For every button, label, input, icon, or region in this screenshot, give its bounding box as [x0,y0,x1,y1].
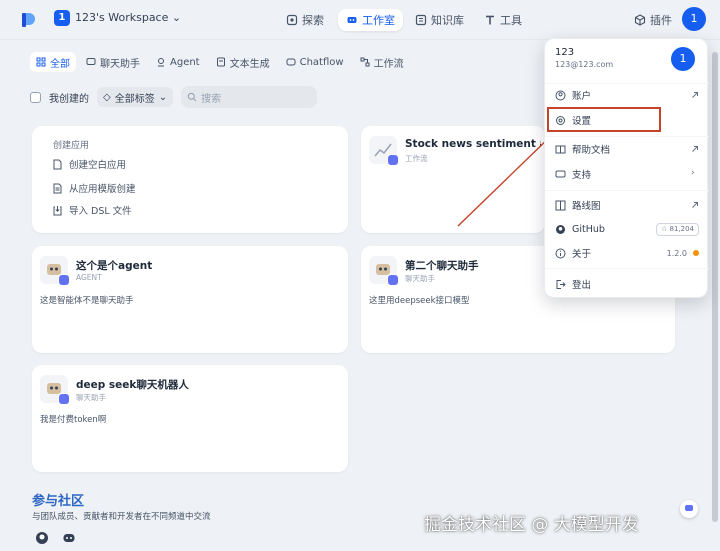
menu-item-support[interactable]: 支持 › [545,163,709,185]
github-icon [556,224,565,234]
menu-item-logout[interactable]: 登出 [545,273,709,295]
menu-item-label: GitHub [572,223,605,235]
account-dropdown-menu: 123 123@123.com 1 账户 设置 帮助文档 支持 › 路线图 Gi… [544,38,709,298]
book-icon [555,145,566,153]
menu-item-label: 账户 [572,91,592,102]
info-icon [555,248,566,258]
roadmap-icon [555,200,566,210]
external-link-icon [692,146,698,152]
menu-item-about[interactable]: 关于 1.2.0 [545,242,709,264]
menu-item-github[interactable]: GitHub ☆ 81,204 [545,218,709,240]
menu-item-label: 路线图 [572,201,601,212]
account-email: 123@123.com [555,60,614,69]
account-name: 123 [555,47,575,58]
logout-icon [556,279,566,289]
annotation-highlight-box [547,107,661,132]
update-indicator-dot [693,250,699,256]
menu-item-label: 帮助文档 [572,145,611,156]
menu-item-label: 登出 [572,280,592,291]
menu-divider [545,190,709,191]
chevron-right-icon: › [691,168,695,178]
menu-divider [545,136,709,137]
github-stars-badge: ☆ 81,204 [656,222,699,236]
menu-item-label: 支持 [572,170,592,181]
menu-item-roadmap[interactable]: 路线图 [545,194,709,216]
menu-item-docs[interactable]: 帮助文档 [545,138,709,160]
menu-divider [545,268,709,269]
menu-item-account[interactable]: 账户 [545,84,709,106]
version-label: 1.2.0 [666,248,687,258]
account-avatar: 1 [671,47,695,71]
external-link-icon [692,92,698,98]
user-circle-icon [555,90,566,100]
external-link-icon [692,202,698,208]
support-icon [555,170,566,177]
menu-item-label: 关于 [572,249,592,260]
